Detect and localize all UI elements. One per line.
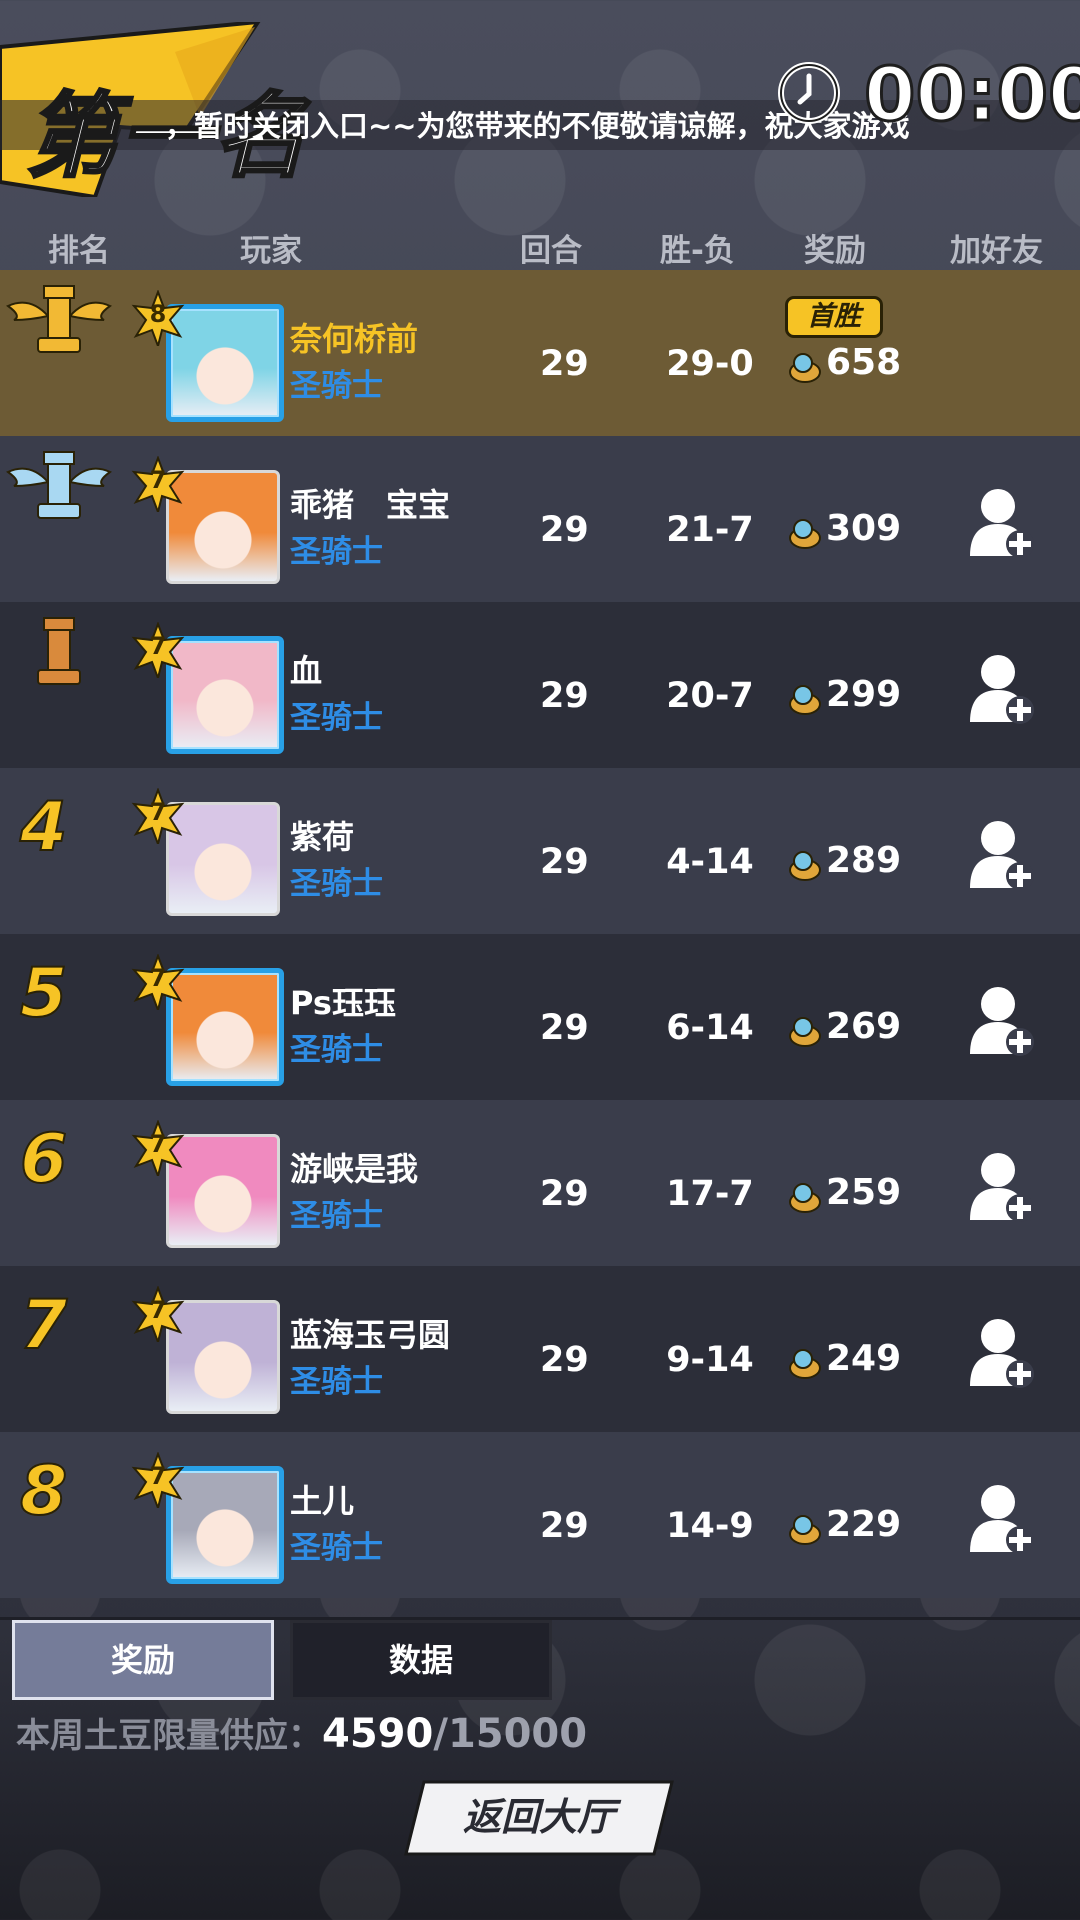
add-friend-icon[interactable] [968, 818, 1038, 894]
player-name: Ps珏珏 [290, 984, 396, 1022]
player-name: 紫荷 [290, 818, 355, 856]
player-class: 圣骑士 [290, 1032, 383, 1068]
leaderboard-row: 8 7 土儿 圣骑士 29 14-9 229 [0, 1432, 1080, 1598]
column-header-rank: 排名 [48, 233, 110, 269]
potato-coin-icon [789, 685, 821, 715]
clock-icon [778, 62, 840, 124]
player-level: 7 [149, 798, 167, 826]
column-header-add-friend: 加好友 [950, 233, 1043, 269]
potato-coin-icon [789, 1515, 821, 1545]
player-class: 圣骑士 [290, 1198, 383, 1234]
column-header-record: 胜-负 [660, 233, 735, 269]
player-rounds: 29 [540, 842, 589, 882]
player-rounds: 29 [540, 510, 589, 550]
player-reward: 259 [826, 1172, 902, 1213]
column-header-rounds: 回合 [520, 233, 582, 269]
player-reward: 229 [826, 1504, 902, 1545]
add-friend-icon[interactable] [968, 486, 1038, 562]
player-level: 7 [149, 1130, 167, 1158]
player-level: 7 [149, 632, 167, 660]
rank-number: 5 [19, 953, 68, 1034]
player-reward: 289 [826, 840, 902, 881]
leaderboard-row: 7 7 蓝海玉弓圆 圣骑士 29 9-14 249 [0, 1266, 1080, 1432]
potato-coin-icon [789, 851, 821, 881]
potato-coin-icon [789, 1017, 821, 1047]
player-reward: 269 [826, 1006, 902, 1047]
potato-coin-icon [789, 519, 821, 549]
player-rounds: 29 [540, 344, 589, 384]
player-class: 圣骑士 [290, 866, 383, 902]
player-rounds: 29 [540, 1340, 589, 1380]
potato-coin-icon [789, 353, 821, 383]
player-rounds: 29 [540, 1174, 589, 1214]
player-record: 4-14 [666, 842, 754, 882]
player-name: 血 [290, 652, 323, 690]
rank-number: 7 [19, 1285, 68, 1366]
column-header-player: 玩家 [240, 233, 302, 269]
player-name: 奈何桥前 [290, 320, 419, 358]
player-name: 乖猪 宝宝 [290, 486, 451, 524]
player-reward: 249 [826, 1338, 902, 1379]
rank-number: 4 [19, 787, 68, 868]
player-record: 17-7 [666, 1174, 754, 1214]
player-class: 圣骑士 [290, 534, 383, 570]
player-reward: 658 [826, 342, 902, 383]
player-rounds: 29 [540, 1506, 589, 1546]
player-class: 圣骑士 [290, 1364, 383, 1400]
player-record: 21-7 [666, 510, 754, 550]
add-friend-icon[interactable] [968, 984, 1038, 1060]
tab-data[interactable]: 数据 [290, 1620, 552, 1700]
leaderboard-row: 6 7 游峡是我 圣骑士 29 17-7 259 [0, 1100, 1080, 1266]
leaderboard-row: 4 7 紫荷 圣骑士 29 4-14 289 [0, 768, 1080, 934]
rank-silver-icon [6, 451, 112, 519]
player-rounds: 29 [540, 676, 589, 716]
add-friend-icon[interactable] [968, 1150, 1038, 1226]
back-to-lobby-label[interactable]: 返回大厅 [404, 1786, 674, 1841]
player-class: 圣骑士 [290, 1530, 383, 1566]
potato-coin-icon [789, 1349, 821, 1379]
player-level: 7 [149, 964, 167, 992]
player-level: 7 [149, 1462, 167, 1490]
player-class: 圣骑士 [290, 368, 383, 404]
player-name: 游峡是我 [290, 1150, 419, 1188]
player-class: 圣骑士 [290, 700, 383, 736]
player-rounds: 29 [540, 1008, 589, 1048]
leaderboard-row: 8 奈何桥前 圣骑士 29 29-0 首胜 658 [0, 270, 1080, 436]
player-reward: 309 [826, 508, 902, 549]
player-name: 蓝海玉弓圆 [290, 1316, 451, 1354]
weekly-supply-label: 本周土豆限量供应： [16, 1716, 322, 1756]
player-level: 8 [149, 300, 167, 328]
tab-reward[interactable]: 奖励 [12, 1620, 274, 1700]
player-reward: 299 [826, 674, 902, 715]
add-friend-icon[interactable] [968, 1482, 1038, 1558]
player-record: 20-7 [666, 676, 754, 716]
player-record: 29-0 [666, 344, 754, 384]
leaderboard-row: 7 血 圣骑士 29 20-7 299 [0, 602, 1080, 768]
player-record: 6-14 [666, 1008, 754, 1048]
add-friend-icon[interactable] [968, 1316, 1038, 1392]
weekly-supply-total: /15000 [433, 1711, 588, 1757]
player-level: 7 [149, 1296, 167, 1324]
rank-number: 6 [19, 1119, 68, 1200]
leaderboard-row: 5 7 Ps珏珏 圣骑士 29 6-14 269 [0, 934, 1080, 1100]
player-level: 7 [149, 466, 167, 494]
player-record: 9-14 [666, 1340, 754, 1380]
weekly-supply-current: 4590 [322, 1711, 434, 1757]
leaderboard-row: 7 乖猪 宝宝 圣骑士 29 21-7 309 [0, 436, 1080, 602]
potato-coin-icon [789, 1183, 821, 1213]
player-name: 土儿 [290, 1482, 355, 1520]
first-win-badge: 首胜 [785, 296, 883, 338]
column-header-reward: 奖励 [804, 233, 866, 269]
weekly-supply: 本周土豆限量供应：4590/15000 [16, 1708, 587, 1757]
timer: 00:00 [863, 51, 1080, 140]
player-record: 14-9 [666, 1506, 754, 1546]
rank-bronze-icon [37, 617, 81, 685]
add-friend-icon[interactable] [968, 652, 1038, 728]
rank-number: 8 [19, 1451, 68, 1532]
rank-gold-icon [6, 285, 112, 353]
